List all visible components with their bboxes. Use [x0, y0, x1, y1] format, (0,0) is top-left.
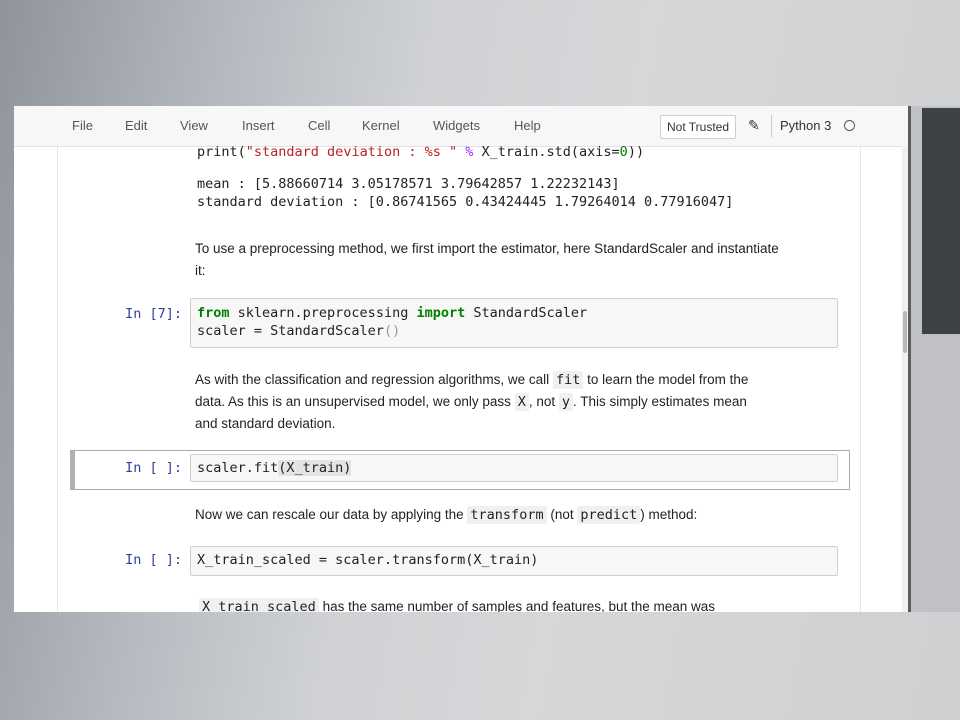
menu-help[interactable]: Help — [514, 118, 541, 133]
code-line-transform: X_train_scaled = scaler.transform(X_trai… — [197, 552, 539, 568]
code-token: () — [383, 323, 401, 339]
menu-edit[interactable]: Edit — [125, 118, 147, 133]
code-token: X_train.std(axis= — [481, 144, 620, 160]
not-trusted-button[interactable]: Not Trusted — [660, 115, 737, 139]
markdown-text: to learn the model from the — [587, 372, 749, 387]
kernel-divider — [771, 115, 772, 137]
code-cell-import[interactable]: from sklearn.preprocessing import Standa… — [190, 298, 838, 348]
cell-prompt-7: In [7]: — [125, 306, 182, 322]
pencil-icon[interactable]: ✎ — [748, 117, 760, 134]
window-edge — [908, 106, 911, 612]
output-line-std: standard deviation : [0.86741565 0.43424… — [197, 194, 734, 210]
adjacent-window — [908, 106, 960, 612]
markdown-cell-scaled: X_train_scaled has the same number of sa… — [199, 596, 859, 612]
code-token: "standard deviation : %s " — [245, 144, 458, 160]
dark-panel — [922, 108, 960, 334]
kernel-name: Python 3 — [780, 118, 832, 133]
markdown-text: has the same number of samples and featu… — [322, 599, 716, 612]
code-token: ( — [237, 144, 246, 160]
code-line-fit: scaler.fit(X_train) — [197, 460, 352, 476]
markdown-text: . This simply estimates mean — [573, 394, 747, 409]
notebook-border-right — [860, 146, 861, 612]
menu-bar: File Edit View Insert Cell Kernel Widget… — [14, 106, 908, 147]
markdown-cell-fit: As with the classification and regressio… — [195, 369, 855, 435]
code-token: sklearn.preprocessing — [229, 305, 417, 321]
code-token: import — [416, 305, 466, 321]
code-line-instantiate: scaler = StandardScaler() — [197, 323, 400, 339]
inline-code: X — [514, 393, 529, 411]
code-token: scaler = StandardScaler — [197, 323, 384, 339]
notebook-window: File Edit View Insert Cell Kernel Widget… — [14, 106, 908, 612]
scrollbar-thumb[interactable] — [903, 311, 907, 353]
notebook-border-left — [57, 146, 58, 612]
markdown-line: it: — [195, 263, 206, 278]
code-token: StandardScaler — [465, 305, 588, 321]
menu-insert[interactable]: Insert — [242, 118, 275, 133]
code-token: % — [457, 144, 482, 160]
markdown-text: (not — [550, 507, 574, 522]
markdown-line: data. As this is an unsupervised model, … — [195, 391, 855, 413]
markdown-text: Now we can rescale our data by applying … — [195, 507, 464, 522]
inline-code: fit — [552, 371, 584, 389]
code-token: print — [197, 144, 238, 160]
code-token: )) — [627, 144, 645, 160]
markdown-line: Now we can rescale our data by applying … — [195, 504, 855, 526]
menu-cell[interactable]: Cell — [308, 118, 330, 133]
markdown-text: , not — [528, 394, 556, 409]
menu-kernel[interactable]: Kernel — [362, 118, 400, 133]
code-line-import: from sklearn.preprocessing import Standa… — [197, 305, 587, 321]
code-token: 0 — [619, 144, 628, 160]
markdown-text: data. As this is an unsupervised model, … — [195, 394, 511, 409]
markdown-line: and standard deviation. — [195, 416, 336, 431]
code-token: (X_train) — [278, 460, 352, 476]
menu-widgets[interactable]: Widgets — [433, 118, 480, 133]
markdown-line: To use a preprocessing method, we first … — [195, 241, 779, 256]
code-cell-transform[interactable]: X_train_scaled = scaler.transform(X_trai… — [190, 546, 838, 576]
prev-code-line[interactable]: print("standard deviation : %s " % X_tra… — [197, 144, 644, 160]
markdown-cell-intro: To use a preprocessing method, we first … — [195, 238, 855, 282]
inline-code: transform — [467, 506, 547, 524]
cell-prompt-fit: In [ ]: — [125, 460, 182, 476]
code-token: from — [197, 305, 230, 321]
menu-file[interactable]: File — [72, 118, 93, 133]
markdown-line: As with the classification and regressio… — [195, 369, 855, 391]
inline-code: y — [558, 393, 574, 411]
menu-view[interactable]: View — [180, 118, 208, 133]
markdown-text: ) method: — [640, 507, 698, 522]
code-cell-fit[interactable]: scaler.fit(X_train) — [190, 454, 838, 482]
markdown-cell-transform: Now we can rescale our data by applying … — [195, 504, 855, 526]
inline-code: X_train_scaled — [199, 598, 319, 612]
cell-prompt-transform: In [ ]: — [125, 552, 182, 568]
output-line-mean: mean : [5.88660714 3.05178571 3.79642857… — [197, 176, 620, 192]
inline-code: predict — [577, 506, 641, 524]
markdown-text: As with the classification and regressio… — [195, 372, 550, 387]
kernel-idle-icon — [844, 120, 855, 131]
code-token: scaler.fit — [197, 460, 279, 476]
